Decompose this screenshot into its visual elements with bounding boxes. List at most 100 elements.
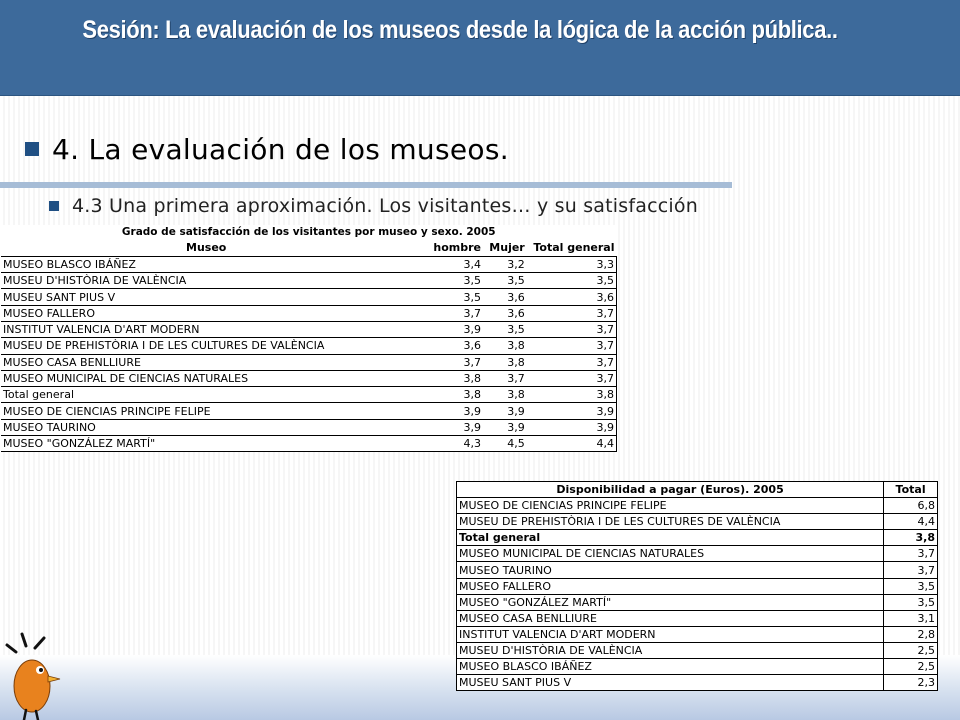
value-cell: 3,8 xyxy=(883,529,938,547)
table-row: MUSEU DE PREHISTÒRIA I DE LES CULTURES D… xyxy=(455,513,938,531)
museum-name-cell: INSTITUT VALENCIA D'ART MODERN xyxy=(1,321,432,339)
value-cell: 3,7 xyxy=(526,337,617,355)
table-row: MUSEO CASA BENLLIURE 3,1 xyxy=(455,610,938,627)
museum-name-cell: MUSEO MUNICIPAL DE CIENCIAS NATURALES xyxy=(455,545,885,563)
table-row: MUSEU D'HISTÒRIA DE VALÈNCIA 2,5 xyxy=(455,642,938,660)
museum-name-cell: Total general xyxy=(455,529,885,547)
table-row: MUSEO TAURINO 3,7 xyxy=(455,561,938,579)
orange-bird-mascot-icon xyxy=(5,632,61,720)
value-cell: 3,7 xyxy=(526,370,617,388)
table-row: MUSEO TAURINO 3,9 3,9 3,9 xyxy=(1,419,617,437)
value-cell: 3,9 xyxy=(482,402,527,420)
column-header-total: Total xyxy=(883,480,938,499)
value-cell: 3,2 xyxy=(482,256,527,274)
table-row: MUSEU SANT PIUS V 3,5 3,6 3,6 xyxy=(1,288,617,306)
value-cell: 2,3 xyxy=(883,674,938,692)
value-cell: 3,6 xyxy=(482,305,527,322)
museum-name-cell: MUSEO CASA BENLLIURE xyxy=(455,610,885,627)
museum-name-cell: MUSEO FALLERO xyxy=(1,305,432,322)
table-row: MUSEO FALLERO 3,7 3,6 3,7 xyxy=(1,305,617,322)
value-cell: 3,7 xyxy=(526,305,617,322)
museum-name-cell: MUSEU DE PREHISTÒRIA I DE LES CULTURES D… xyxy=(455,513,885,531)
table-row: MUSEO BLASCO IBÁÑEZ 2,5 xyxy=(455,658,938,676)
value-cell: 3,5 xyxy=(431,272,483,290)
column-header-mujer: Mujer xyxy=(482,240,527,257)
table-row: MUSEO DE CIENCIAS PRINCIPE FELIPE 3,9 3,9 3… xyxy=(1,402,617,420)
museum-name-cell: MUSEO CASA BENLLIURE xyxy=(1,354,432,371)
value-cell: 3,7 xyxy=(482,370,527,388)
value-cell: 4,3 xyxy=(431,435,483,453)
museum-name-cell: MUSEO "GONZÁLEZ MARTÍ" xyxy=(1,435,432,453)
value-cell: 3,5 xyxy=(482,272,527,290)
museum-name-cell: MUSEO TAURINO xyxy=(455,561,885,579)
value-cell: 3,9 xyxy=(526,419,617,437)
value-cell: 3,8 xyxy=(526,386,617,404)
museum-name-cell: MUSEO FALLERO xyxy=(455,578,885,595)
value-cell: 3,7 xyxy=(431,305,483,322)
museum-name-cell: INSTITUT VALENCIA D'ART MODERN xyxy=(455,626,885,643)
value-cell: 3,4 xyxy=(431,256,483,274)
table-row: MUSEO "GONZÁLEZ MARTÍ" 4,3 4,5 4,4 xyxy=(1,435,617,453)
table-row: MUSEO CASA BENLLIURE 3,7 3,8 3,7 xyxy=(1,354,617,371)
value-cell: 3,9 xyxy=(431,402,483,420)
header-bar: Sesión: La evaluación de los museos desd… xyxy=(0,0,960,96)
value-cell: 3,5 xyxy=(526,272,617,290)
value-cell: 2,5 xyxy=(883,642,938,660)
value-cell: 4,4 xyxy=(883,513,938,531)
museum-name-cell: MUSEO DE CIENCIAS PRINCIPE FELIPE xyxy=(455,497,885,515)
column-header-total: Total general xyxy=(526,240,617,257)
value-cell: 3,1 xyxy=(883,610,938,627)
value-cell: 6,8 xyxy=(883,497,938,515)
table-row: MUSEO MUNICIPAL DE CIENCIAS NATURALES 3,7 xyxy=(455,545,938,563)
museum-name-cell: MUSEO "GONZÁLEZ MARTÍ" xyxy=(455,594,885,611)
value-cell: 3,8 xyxy=(482,337,527,355)
value-cell: 3,6 xyxy=(526,288,617,306)
museum-name-cell: MUSEU DE PREHISTÒRIA I DE LES CULTURES D… xyxy=(1,337,432,355)
table-row: Total general 3,8 xyxy=(455,529,938,547)
table-row: MUSEO DE CIENCIAS PRINCIPE FELIPE 6,8 xyxy=(455,497,938,515)
value-cell: 3,5 xyxy=(883,578,938,595)
value-cell: 3,7 xyxy=(883,561,938,579)
value-cell: 3,8 xyxy=(482,354,527,371)
table-row: MUSEO "GONZÁLEZ MARTÍ" 3,5 xyxy=(455,594,938,611)
value-cell: 3,9 xyxy=(431,321,483,339)
session-title: Sesión: La evaluación de los museos desd… xyxy=(82,16,838,44)
value-cell: 3,9 xyxy=(482,419,527,437)
museum-name-cell: MUSEO TAURINO xyxy=(1,419,432,437)
table-row: MUSEU SANT PIUS V 2,3 xyxy=(455,674,938,692)
satisfaction-table-title: Grado de satisfacción de los visitantes … xyxy=(121,226,496,238)
value-cell: 2,8 xyxy=(883,626,938,643)
table-row: INSTITUT VALENCIA D'ART MODERN 3,9 3,5 3,7 xyxy=(1,321,617,339)
subsection-heading: 4.3 Una primera aproximación. Los visita… xyxy=(72,195,698,217)
table-row: MUSEU DE PREHISTÒRIA I DE LES CULTURES D… xyxy=(1,337,617,355)
museum-name-cell: Total general xyxy=(1,386,432,404)
museum-name-cell: MUSEO DE CIENCIAS PRINCIPE FELIPE xyxy=(1,402,432,420)
table-row: Total general 3,8 3,8 3,8 xyxy=(1,386,617,404)
value-cell: 3,8 xyxy=(431,370,483,388)
value-cell: 3,9 xyxy=(431,419,483,437)
column-header-hombre: hombre xyxy=(431,240,483,257)
heading-divider xyxy=(0,182,732,188)
value-cell: 3,5 xyxy=(431,288,483,306)
museum-name-cell: MUSEO BLASCO IBÁÑEZ xyxy=(455,658,885,676)
sub-bullet-square-icon xyxy=(49,201,59,211)
value-cell: 3,5 xyxy=(482,321,527,339)
museum-name-cell: MUSEU D'HISTÒRIA DE VALÈNCIA xyxy=(1,272,432,290)
value-cell: 3,8 xyxy=(431,386,483,404)
museum-name-cell: MUSEU SANT PIUS V xyxy=(1,288,432,306)
value-cell: 4,5 xyxy=(482,435,527,453)
column-header-museo: Museo xyxy=(1,240,432,257)
museum-name-cell: MUSEU SANT PIUS V xyxy=(455,674,885,692)
value-cell: 3,3 xyxy=(526,256,617,274)
value-cell: 3,5 xyxy=(883,594,938,611)
museum-name-cell: MUSEO MUNICIPAL DE CIENCIAS NATURALES xyxy=(1,370,432,388)
payment-table: Disponibilidad a pagar (Euros). 2005 Tot… xyxy=(455,480,938,692)
table-row: MUSEO FALLERO 3,5 xyxy=(455,578,938,595)
museum-name-cell: MUSEU D'HISTÒRIA DE VALÈNCIA xyxy=(455,642,885,660)
value-cell: 3,7 xyxy=(526,354,617,371)
table-row: MUSEU D'HISTÒRIA DE VALÈNCIA 3,5 3,5 3,5 xyxy=(1,272,617,290)
value-cell: 3,6 xyxy=(482,288,527,306)
value-cell: 2,5 xyxy=(883,658,938,676)
value-cell: 3,8 xyxy=(482,386,527,404)
table-row: INSTITUT VALENCIA D'ART MODERN 2,8 xyxy=(455,626,938,643)
